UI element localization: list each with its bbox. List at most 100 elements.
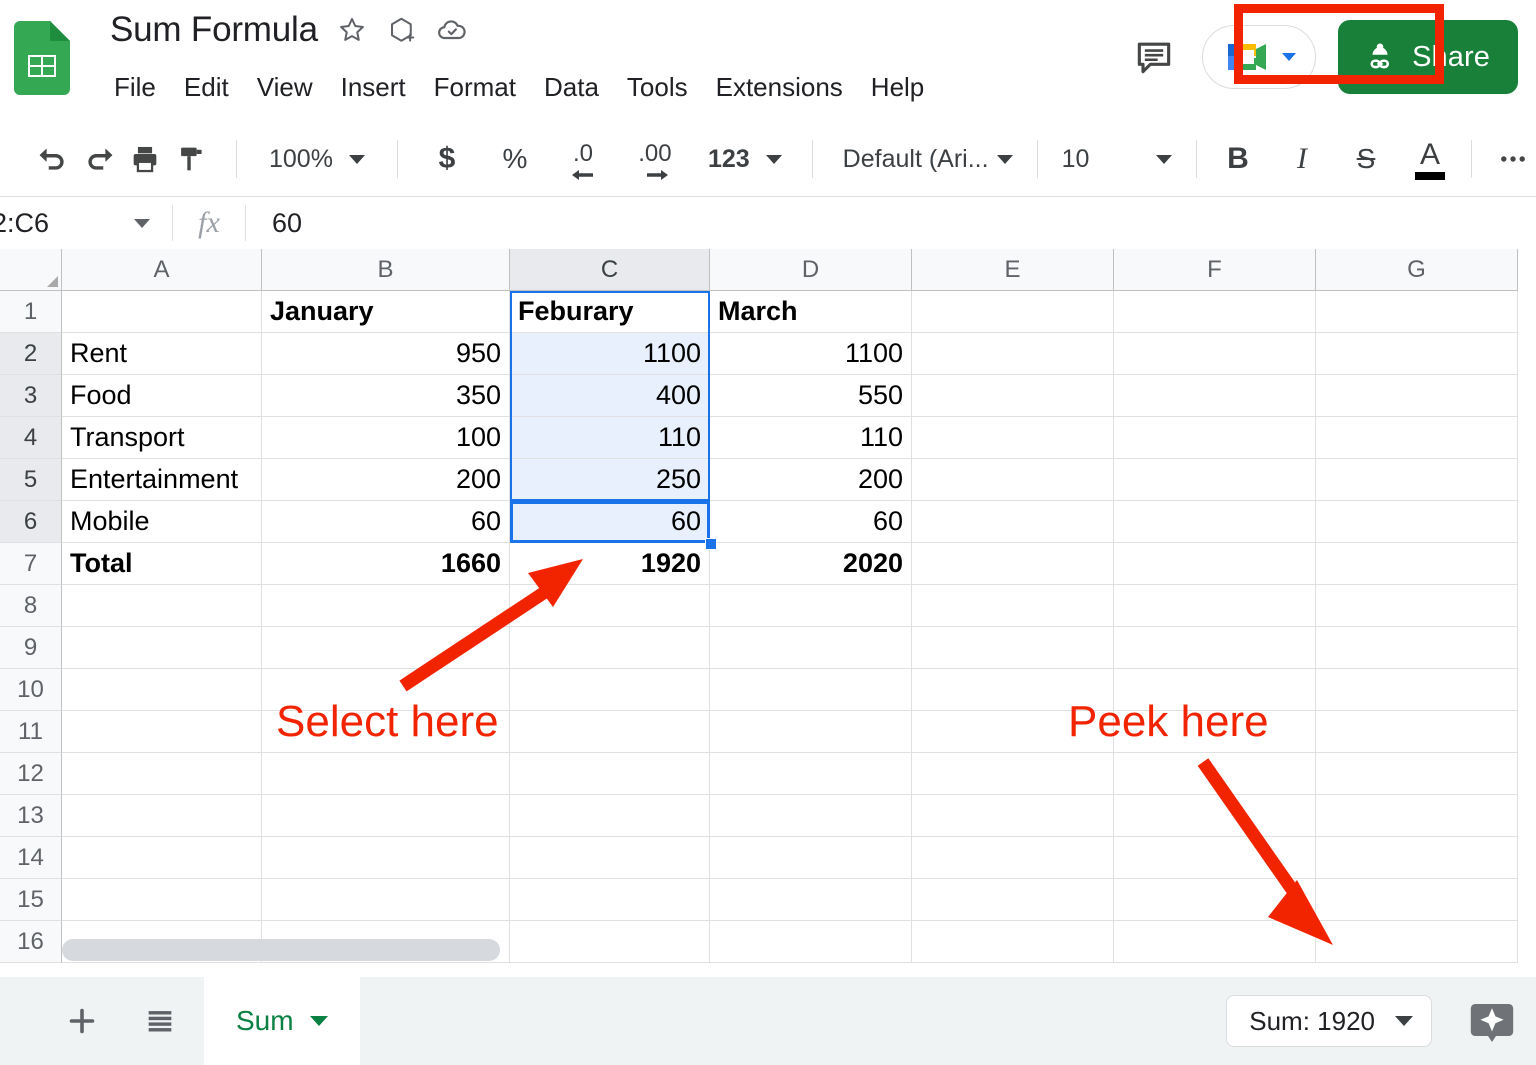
cell-D8[interactable] — [710, 585, 912, 627]
cell-G15[interactable] — [1316, 879, 1518, 921]
cell-B9[interactable] — [262, 627, 510, 669]
cell-D6[interactable]: 60 — [710, 501, 912, 543]
cell-E6[interactable] — [912, 501, 1114, 543]
page-title[interactable]: Sum Formula — [110, 10, 318, 50]
cell-D7[interactable]: 2020 — [710, 543, 912, 585]
menu-help[interactable]: Help — [857, 70, 938, 105]
cell-C11[interactable] — [510, 711, 710, 753]
row-header-3[interactable]: 3 — [0, 375, 62, 417]
cell-D4[interactable]: 110 — [710, 417, 912, 459]
redo-icon[interactable] — [76, 136, 122, 182]
row-header-1[interactable]: 1 — [0, 291, 62, 333]
move-to-folder-icon[interactable] — [386, 14, 418, 46]
cell-E11[interactable] — [912, 711, 1114, 753]
cell-F11[interactable] — [1114, 711, 1316, 753]
select-all-corner[interactable] — [0, 249, 62, 291]
cell-B3[interactable]: 350 — [262, 375, 510, 417]
cell-C3[interactable]: 400 — [510, 375, 710, 417]
cell-B12[interactable] — [262, 753, 510, 795]
print-icon[interactable] — [122, 136, 168, 182]
row-header-9[interactable]: 9 — [0, 627, 62, 669]
column-header-a[interactable]: A — [62, 249, 262, 291]
cell-F12[interactable] — [1114, 753, 1316, 795]
cell-A15[interactable] — [62, 879, 262, 921]
cell-E13[interactable] — [912, 795, 1114, 837]
cell-C6[interactable]: 60 — [510, 501, 710, 543]
cell-A7[interactable]: Total — [62, 543, 262, 585]
cell-G1[interactable] — [1316, 291, 1518, 333]
sum-status-chip[interactable]: Sum: 1920 — [1226, 995, 1432, 1047]
row-header-14[interactable]: 14 — [0, 837, 62, 879]
cell-G13[interactable] — [1316, 795, 1518, 837]
cell-G12[interactable] — [1316, 753, 1518, 795]
cell-E14[interactable] — [912, 837, 1114, 879]
cell-B5[interactable]: 200 — [262, 459, 510, 501]
cell-D14[interactable] — [710, 837, 912, 879]
column-header-c[interactable]: C — [510, 249, 710, 291]
add-sheet-icon[interactable] — [52, 991, 112, 1051]
cell-E10[interactable] — [912, 669, 1114, 711]
cell-E5[interactable] — [912, 459, 1114, 501]
percent-format-button[interactable]: % — [492, 136, 538, 182]
share-button[interactable]: Share — [1338, 20, 1518, 94]
cell-F3[interactable] — [1114, 375, 1316, 417]
star-icon[interactable] — [336, 14, 368, 46]
cell-D3[interactable]: 550 — [710, 375, 912, 417]
cell-A12[interactable] — [62, 753, 262, 795]
cell-E1[interactable] — [912, 291, 1114, 333]
cell-A4[interactable]: Transport — [62, 417, 262, 459]
cell-A11[interactable] — [62, 711, 262, 753]
chevron-down-icon[interactable] — [1282, 53, 1297, 61]
horizontal-scrollbar[interactable] — [62, 939, 1517, 961]
cell-F7[interactable] — [1114, 543, 1316, 585]
ai-assist-icon[interactable] — [1466, 997, 1518, 1049]
column-header-g[interactable]: G — [1316, 249, 1518, 291]
cell-D9[interactable] — [710, 627, 912, 669]
italic-button[interactable]: I — [1279, 136, 1325, 182]
text-color-button[interactable]: A — [1407, 136, 1453, 182]
cell-C8[interactable] — [510, 585, 710, 627]
google-meet-icon[interactable] — [1202, 25, 1317, 89]
row-header-10[interactable]: 10 — [0, 669, 62, 711]
column-header-f[interactable]: F — [1114, 249, 1316, 291]
cell-A10[interactable] — [62, 669, 262, 711]
cell-F9[interactable] — [1114, 627, 1316, 669]
menu-extensions[interactable]: Extensions — [702, 70, 857, 105]
increase-decimal-button[interactable]: .00 — [632, 136, 678, 182]
font-family-selector[interactable]: Default (Ari... — [833, 139, 1023, 180]
cell-C1[interactable]: Feburary — [510, 291, 710, 333]
row-header-12[interactable]: 12 — [0, 753, 62, 795]
cell-G7[interactable] — [1316, 543, 1518, 585]
font-size-selector[interactable]: 10 — [1052, 139, 1182, 180]
comment-icon[interactable] — [1128, 31, 1180, 83]
cell-F1[interactable] — [1114, 291, 1316, 333]
paint-format-icon[interactable] — [168, 136, 214, 182]
cell-C9[interactable] — [510, 627, 710, 669]
cell-C4[interactable]: 110 — [510, 417, 710, 459]
cell-D2[interactable]: 1100 — [710, 333, 912, 375]
cell-F2[interactable] — [1114, 333, 1316, 375]
cell-B11[interactable] — [262, 711, 510, 753]
cell-A5[interactable]: Entertainment — [62, 459, 262, 501]
number-format-selector[interactable]: 123 — [698, 139, 792, 180]
cell-B6[interactable]: 60 — [262, 501, 510, 543]
sheet-tab-sum[interactable]: Sum — [204, 977, 360, 1065]
cell-D10[interactable] — [710, 669, 912, 711]
cell-F6[interactable] — [1114, 501, 1316, 543]
cell-B15[interactable] — [262, 879, 510, 921]
cell-B14[interactable] — [262, 837, 510, 879]
cell-B7[interactable]: 1660 — [262, 543, 510, 585]
menu-data[interactable]: Data — [530, 70, 613, 105]
cell-C14[interactable] — [510, 837, 710, 879]
column-header-d[interactable]: D — [710, 249, 912, 291]
cell-E12[interactable] — [912, 753, 1114, 795]
menu-tools[interactable]: Tools — [613, 70, 702, 105]
row-header-15[interactable]: 15 — [0, 879, 62, 921]
cell-E9[interactable] — [912, 627, 1114, 669]
menu-file[interactable]: File — [110, 70, 170, 105]
row-header-11[interactable]: 11 — [0, 711, 62, 753]
function-icon[interactable]: fx — [173, 206, 245, 240]
decrease-decimal-button[interactable]: .0 — [560, 136, 606, 182]
undo-icon[interactable] — [30, 136, 76, 182]
zoom-selector[interactable]: 100% — [259, 139, 375, 180]
